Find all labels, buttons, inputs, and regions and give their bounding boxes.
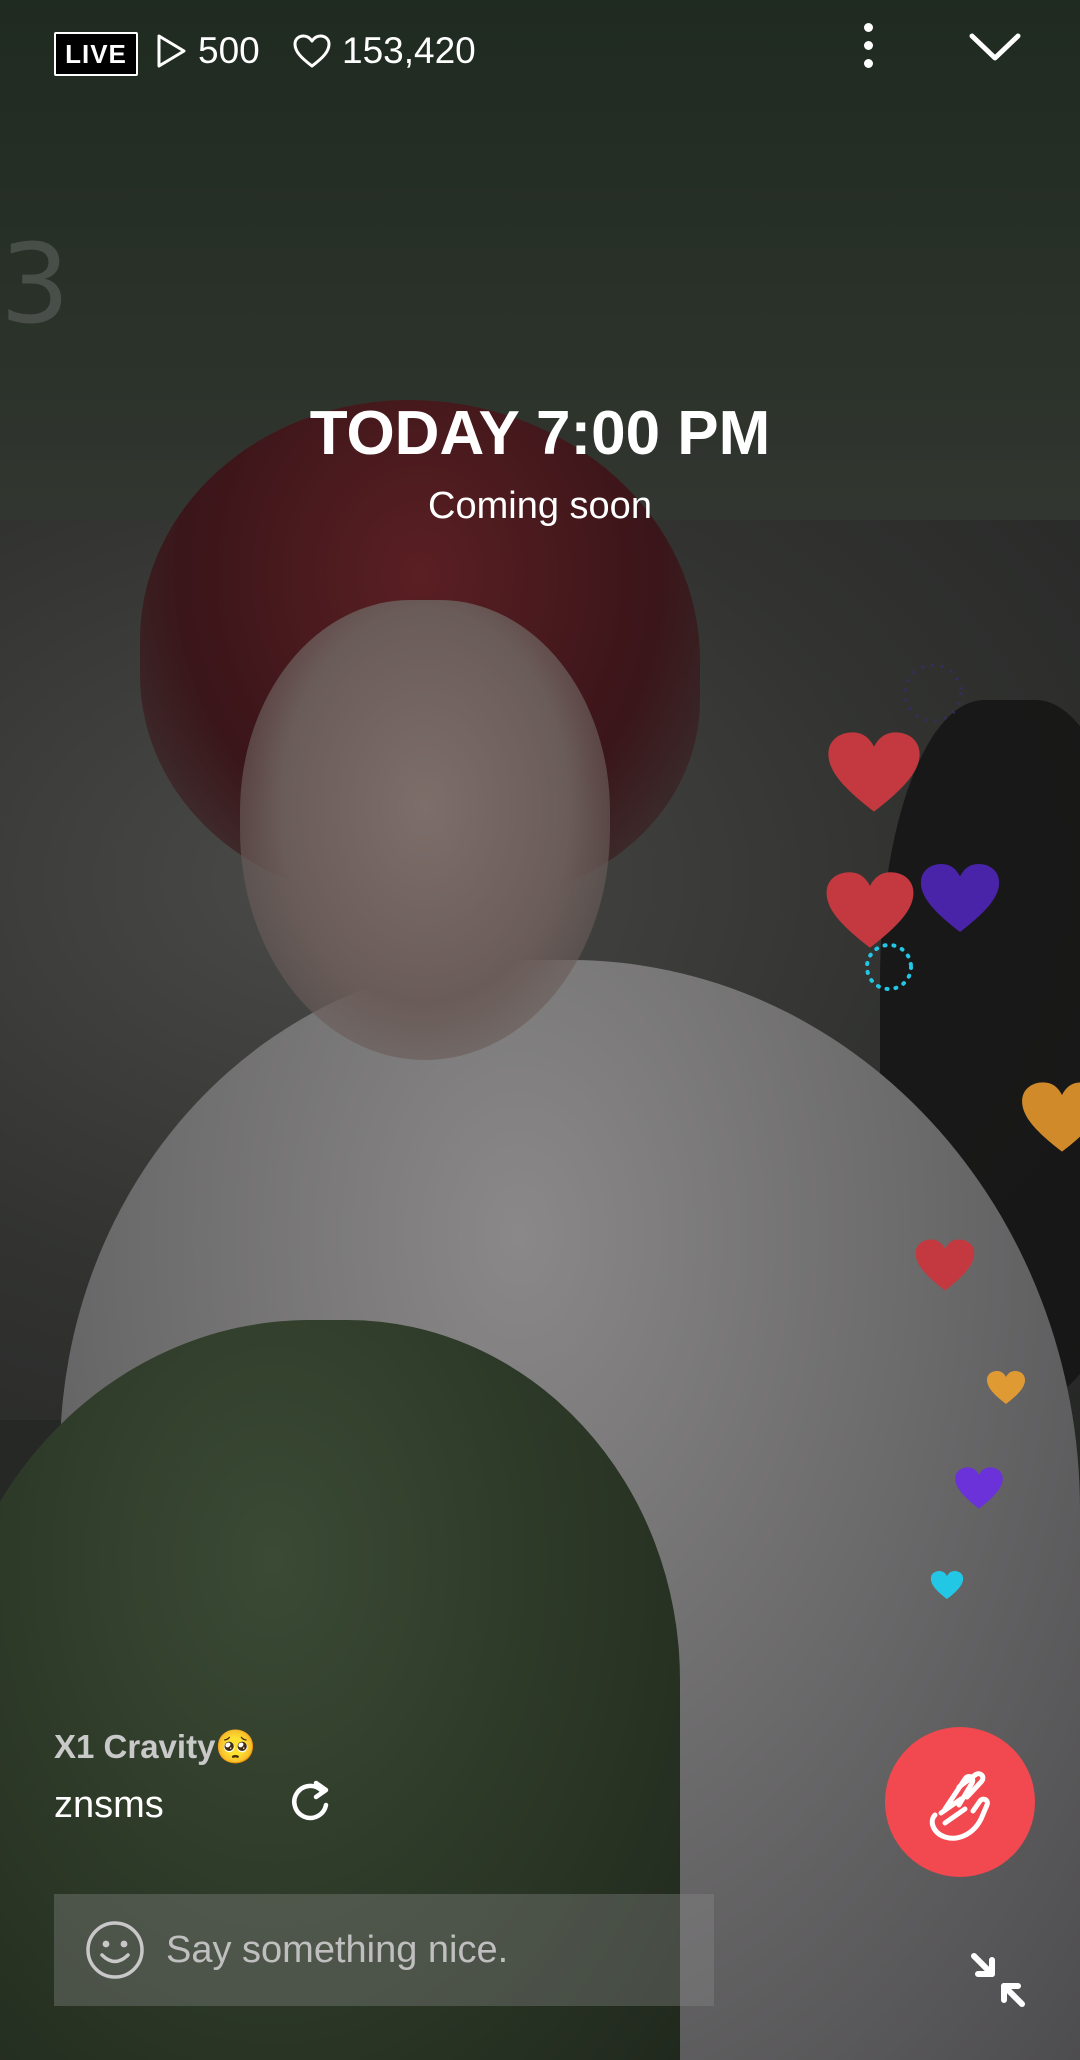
heart-outline-icon bbox=[293, 34, 331, 68]
live-header: LIVE 500 153,420 bbox=[0, 0, 1080, 110]
viewer-count-value: 500 bbox=[198, 30, 260, 71]
smile-icon[interactable] bbox=[84, 1919, 146, 1981]
floating-heart-icon bbox=[915, 1239, 975, 1291]
schedule-status: Coming soon bbox=[428, 485, 652, 527]
background-face bbox=[240, 600, 610, 1060]
like-count: 153,420 bbox=[292, 28, 476, 74]
background-numeral: 3 bbox=[0, 220, 70, 348]
refresh-icon[interactable] bbox=[286, 1778, 334, 1826]
floating-heart-icon bbox=[1022, 1082, 1080, 1152]
play-icon bbox=[157, 34, 186, 68]
floating-heart-icon bbox=[987, 1371, 1025, 1404]
live-badge: LIVE bbox=[54, 32, 138, 76]
viewer-count: 500 bbox=[154, 28, 260, 74]
schedule-time: TODAY 7:00 PM bbox=[309, 399, 771, 468]
more-vertical-icon[interactable] bbox=[856, 18, 880, 80]
finger-heart-icon bbox=[929, 1771, 990, 1841]
floating-heart-icon bbox=[826, 872, 914, 948]
like-count-value: 153,420 bbox=[342, 30, 476, 71]
floating-heart-icon bbox=[920, 864, 1000, 932]
floating-heart-icon bbox=[930, 1570, 964, 1600]
chevron-down-icon[interactable] bbox=[960, 22, 1030, 72]
comment-input[interactable] bbox=[164, 1927, 688, 1973]
finger-heart-button[interactable] bbox=[885, 1727, 1035, 1877]
floating-heart-icon bbox=[828, 732, 920, 812]
comment-composer[interactable] bbox=[54, 1894, 714, 2006]
floating-dots-icon bbox=[865, 943, 913, 991]
comment-text: znsms bbox=[54, 1784, 164, 1826]
comment-username: X1 Cravity🥺 bbox=[54, 1728, 257, 1765]
collapse-icon[interactable] bbox=[968, 1950, 1028, 2010]
floating-dots-icon bbox=[903, 663, 963, 723]
floating-heart-icon bbox=[955, 1467, 1003, 1509]
